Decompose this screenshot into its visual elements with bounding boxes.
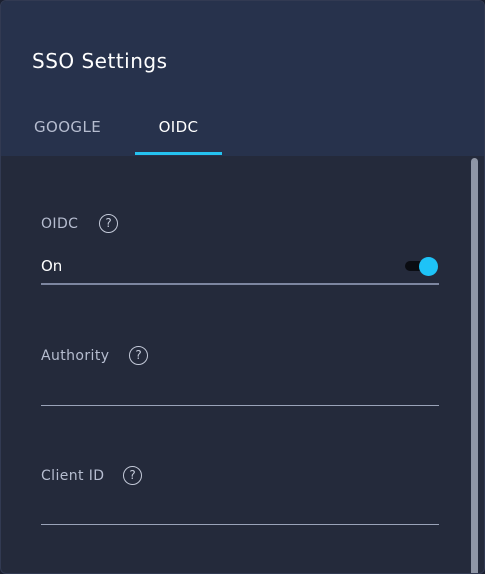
oidc-value[interactable]: On — [41, 257, 62, 275]
dialog-header: SSO Settings GOOGLE OIDC — [1, 1, 484, 156]
scrollbar-thumb[interactable] — [471, 158, 478, 573]
dialog-title: SSO Settings — [32, 49, 168, 73]
authority-help-icon[interactable]: ? — [129, 346, 148, 365]
client-id-label: Client ID — [41, 468, 105, 484]
client-id-help-icon[interactable]: ? — [123, 466, 142, 485]
oidc-field-underline — [41, 283, 439, 285]
tab-oidc[interactable]: OIDC — [135, 118, 222, 156]
oidc-help-icon[interactable]: ? — [99, 214, 118, 233]
active-tab-indicator — [135, 152, 222, 155]
sso-settings-dialog: SSO Settings GOOGLE OIDC OIDC ? On Autho… — [0, 0, 485, 574]
authority-field-underline — [41, 405, 439, 406]
oidc-label: OIDC — [41, 216, 79, 232]
client-id-field-underline — [41, 524, 439, 525]
tab-google[interactable]: GOOGLE — [34, 118, 101, 156]
authority-label: Authority — [41, 348, 110, 364]
vertical-scrollbar[interactable] — [470, 156, 480, 573]
oidc-toggle-thumb[interactable] — [419, 257, 438, 276]
